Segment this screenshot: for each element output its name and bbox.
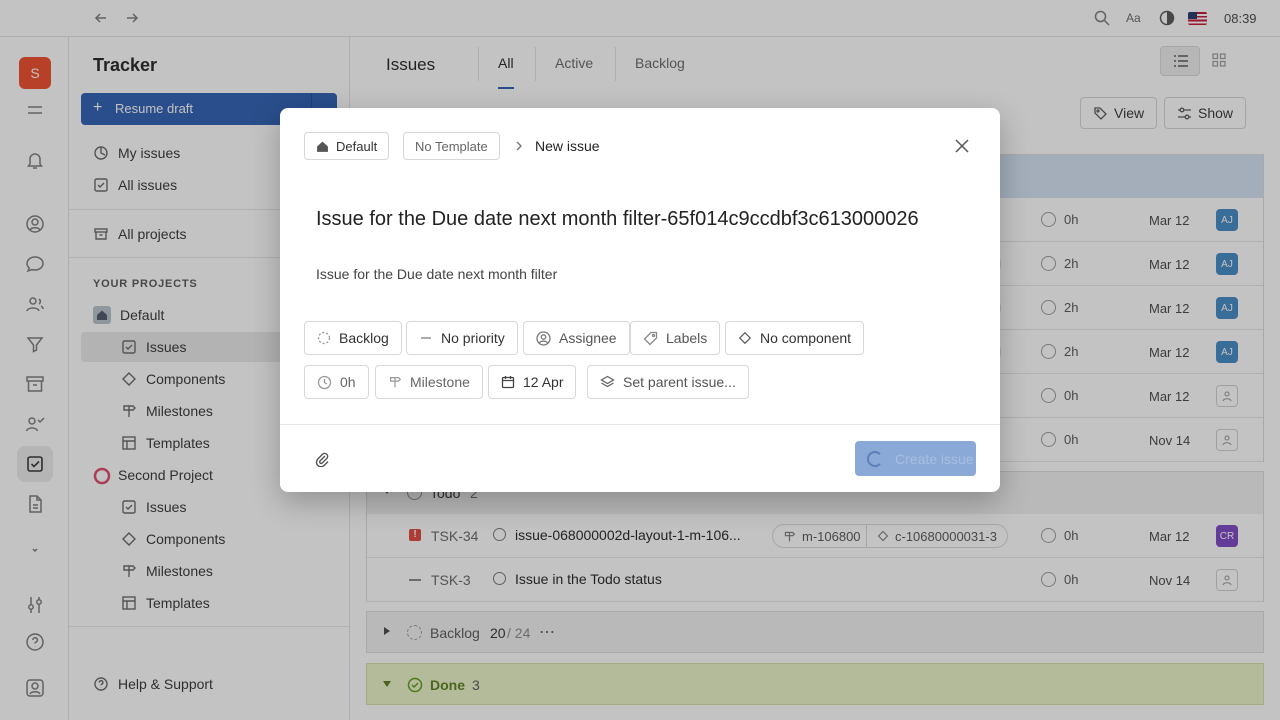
template-selector[interactable]: No Template xyxy=(403,132,500,160)
create-issue-label: Create issue xyxy=(895,450,974,467)
clock-icon xyxy=(317,375,332,389)
issue-description-input[interactable]: Issue for the Due date next month filter xyxy=(316,266,557,282)
breadcrumb: New issue xyxy=(535,138,600,154)
signpost-icon xyxy=(390,377,402,388)
new-issue-dialog: Default No Template New issue Issue for … xyxy=(280,108,1000,492)
issue-title-input[interactable]: Issue for the Due date next month filter… xyxy=(316,208,919,231)
labels-button[interactable]: Labels xyxy=(630,321,721,355)
component-button[interactable]: No component xyxy=(725,321,865,355)
close-icon[interactable] xyxy=(953,137,971,155)
milestone-button[interactable]: Milestone xyxy=(375,365,483,399)
status-button[interactable]: Backlog xyxy=(304,321,402,355)
space-label: Default xyxy=(336,138,378,154)
layers-icon xyxy=(600,375,615,387)
priority-button[interactable]: No priority xyxy=(406,321,518,355)
assignee-button[interactable]: Assignee xyxy=(523,321,630,355)
tag-icon xyxy=(643,331,658,345)
loading-spinner-icon xyxy=(867,451,883,467)
calendar-icon xyxy=(501,376,515,389)
assignee-label: Assignee xyxy=(559,330,617,346)
component-label: No component xyxy=(760,330,852,346)
due-date-button[interactable]: 12 Apr xyxy=(488,365,577,399)
status-label: Backlog xyxy=(339,330,389,346)
parent-issue-label: Set parent issue... xyxy=(623,374,736,390)
no-priority-icon xyxy=(421,337,431,339)
space-selector[interactable]: Default xyxy=(304,132,390,160)
dialog-footer-divider xyxy=(280,424,1000,425)
diamond-icon xyxy=(738,331,752,345)
chevron-right-icon xyxy=(514,140,524,152)
labels-label: Labels xyxy=(666,330,708,346)
estimation-button[interactable]: 0h xyxy=(304,365,369,399)
attachment-icon[interactable] xyxy=(314,451,330,467)
template-label: No Template xyxy=(415,138,488,154)
home-icon xyxy=(317,141,328,152)
user-icon xyxy=(536,330,551,346)
create-issue-button[interactable]: Create issue xyxy=(855,441,976,476)
priority-label: No priority xyxy=(441,330,505,346)
parent-issue-button[interactable]: Set parent issue... xyxy=(587,365,749,399)
milestone-label: Milestone xyxy=(410,374,470,390)
backlog-status-icon xyxy=(317,331,331,345)
due-date-label: 12 Apr xyxy=(523,374,564,390)
estimation-label: 0h xyxy=(340,374,356,390)
